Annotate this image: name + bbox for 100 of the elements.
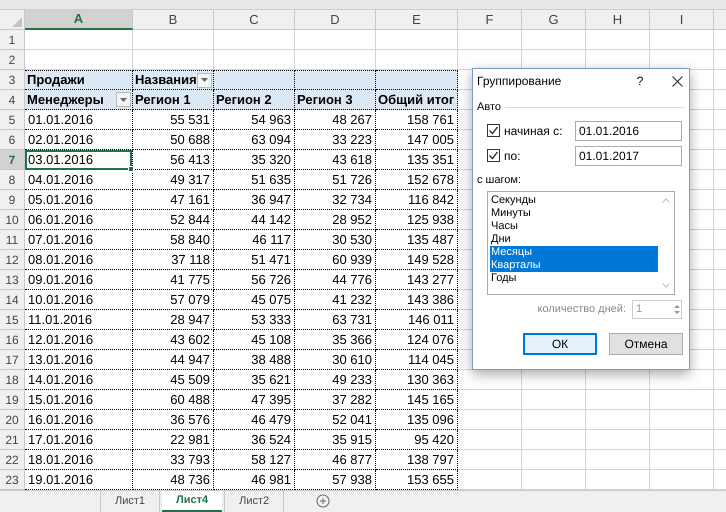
- row-header[interactable]: 3: [0, 70, 25, 90]
- help-button[interactable]: ?: [628, 72, 652, 90]
- table-cell[interactable]: Регион 1: [133, 90, 214, 110]
- table-cell[interactable]: 14.01.2016: [25, 370, 133, 390]
- column-header[interactable]: A: [25, 10, 133, 30]
- column-header[interactable]: [714, 10, 726, 30]
- table-cell[interactable]: 116 842: [376, 190, 458, 210]
- table-cell[interactable]: 36 524: [214, 430, 295, 450]
- cancel-button[interactable]: Отмена: [609, 333, 683, 355]
- table-cell[interactable]: Общий итог: [376, 90, 458, 110]
- table-cell[interactable]: 63 731: [295, 310, 376, 330]
- table-cell[interactable]: 135 096: [376, 410, 458, 430]
- date-field[interactable]: 01.01.2017: [575, 146, 682, 166]
- table-cell[interactable]: [376, 70, 458, 90]
- table-cell[interactable]: 46 479: [214, 410, 295, 430]
- row-header[interactable]: 4: [0, 90, 25, 110]
- list-item[interactable]: Годы: [490, 272, 658, 285]
- table-cell[interactable]: Названия: [133, 70, 214, 90]
- table-cell[interactable]: 146 011: [376, 310, 458, 330]
- table-cell[interactable]: 07.01.2016: [25, 230, 133, 250]
- table-cell[interactable]: 06.01.2016: [25, 210, 133, 230]
- table-cell[interactable]: 28 947: [133, 310, 214, 330]
- close-icon[interactable]: [672, 76, 683, 86]
- table-cell[interactable]: 149 528: [376, 250, 458, 270]
- table-cell[interactable]: 63 094: [214, 130, 295, 150]
- table-cell[interactable]: 50 688: [133, 130, 214, 150]
- table-cell[interactable]: 03.01.2016: [25, 150, 133, 170]
- table-cell[interactable]: 158 761: [376, 110, 458, 130]
- table-cell[interactable]: 58 840: [133, 230, 214, 250]
- table-cell[interactable]: 58 127: [214, 450, 295, 470]
- row-header[interactable]: 9: [0, 190, 25, 210]
- table-cell[interactable]: 53 333: [214, 310, 295, 330]
- list-item[interactable]: Месяцы: [490, 246, 658, 259]
- table-cell[interactable]: 143 277: [376, 270, 458, 290]
- filter-button[interactable]: [197, 72, 212, 88]
- row-header[interactable]: 21: [0, 430, 25, 450]
- table-cell[interactable]: 60 488: [133, 390, 214, 410]
- row-header[interactable]: 5: [0, 110, 25, 130]
- row-header[interactable]: 10: [0, 210, 25, 230]
- table-cell[interactable]: 55 531: [133, 110, 214, 130]
- table-cell[interactable]: 35 915: [295, 430, 376, 450]
- table-cell[interactable]: 28 952: [295, 210, 376, 230]
- row-header[interactable]: 18: [0, 370, 25, 390]
- table-cell[interactable]: 51 635: [214, 170, 295, 190]
- row-header[interactable]: 22: [0, 450, 25, 470]
- table-cell[interactable]: 48 267: [295, 110, 376, 130]
- list-item[interactable]: Минуты: [490, 207, 658, 220]
- row-header[interactable]: 20: [0, 410, 25, 430]
- date-field[interactable]: 01.01.2016: [575, 120, 682, 140]
- list-item[interactable]: Часы: [490, 220, 658, 233]
- table-cell[interactable]: 33 223: [295, 130, 376, 150]
- table-cell[interactable]: 13.01.2016: [25, 350, 133, 370]
- table-cell[interactable]: 43 618: [295, 150, 376, 170]
- table-cell[interactable]: Регион 2: [214, 90, 295, 110]
- table-cell[interactable]: 41 775: [133, 270, 214, 290]
- row-header[interactable]: 11: [0, 230, 25, 250]
- table-cell[interactable]: 95 420: [376, 430, 458, 450]
- table-cell[interactable]: 30 610: [295, 350, 376, 370]
- table-cell[interactable]: 35 366: [295, 330, 376, 350]
- filter-button[interactable]: [116, 92, 131, 107]
- table-cell[interactable]: 60 939: [295, 250, 376, 270]
- sheet-tab[interactable]: Лист1: [100, 491, 160, 512]
- table-cell[interactable]: 05.01.2016: [25, 190, 133, 210]
- table-cell[interactable]: 17.01.2016: [25, 430, 133, 450]
- table-cell[interactable]: Продажи: [25, 70, 133, 90]
- column-header[interactable]: B: [133, 10, 214, 30]
- table-cell[interactable]: 51 726: [295, 170, 376, 190]
- table-cell[interactable]: 44 142: [214, 210, 295, 230]
- ok-button[interactable]: ОК: [523, 333, 597, 355]
- table-cell[interactable]: 43 602: [133, 330, 214, 350]
- column-header[interactable]: E: [376, 10, 458, 30]
- table-cell[interactable]: 04.01.2016: [25, 170, 133, 190]
- row-header[interactable]: 1: [0, 30, 25, 50]
- table-cell[interactable]: 35 320: [214, 150, 295, 170]
- table-cell[interactable]: 52 844: [133, 210, 214, 230]
- table-cell[interactable]: 15.01.2016: [25, 390, 133, 410]
- row-header[interactable]: 12: [0, 250, 25, 270]
- table-cell[interactable]: 57 079: [133, 290, 214, 310]
- table-cell[interactable]: 44 947: [133, 350, 214, 370]
- row-header[interactable]: 7: [0, 150, 25, 170]
- table-cell[interactable]: 143 386: [376, 290, 458, 310]
- table-cell[interactable]: Регион 3: [295, 90, 376, 110]
- sheet-tab[interactable]: Лист2: [224, 491, 284, 512]
- row-header[interactable]: 14: [0, 290, 25, 310]
- table-cell[interactable]: 46 877: [295, 450, 376, 470]
- table-cell[interactable]: 32 734: [295, 190, 376, 210]
- table-cell[interactable]: 56 726: [214, 270, 295, 290]
- list-item[interactable]: Дни: [490, 233, 658, 246]
- row-header[interactable]: 6: [0, 130, 25, 150]
- table-cell[interactable]: 125 938: [376, 210, 458, 230]
- table-cell[interactable]: 130 363: [376, 370, 458, 390]
- table-cell[interactable]: 46 117: [214, 230, 295, 250]
- row-header[interactable]: 16: [0, 330, 25, 350]
- table-cell[interactable]: 02.01.2016: [25, 130, 133, 150]
- table-cell[interactable]: 41 232: [295, 290, 376, 310]
- table-cell[interactable]: 45 075: [214, 290, 295, 310]
- table-cell[interactable]: 22 981: [133, 430, 214, 450]
- table-cell[interactable]: 44 776: [295, 270, 376, 290]
- table-cell[interactable]: 10.01.2016: [25, 290, 133, 310]
- table-cell[interactable]: 01.01.2016: [25, 110, 133, 130]
